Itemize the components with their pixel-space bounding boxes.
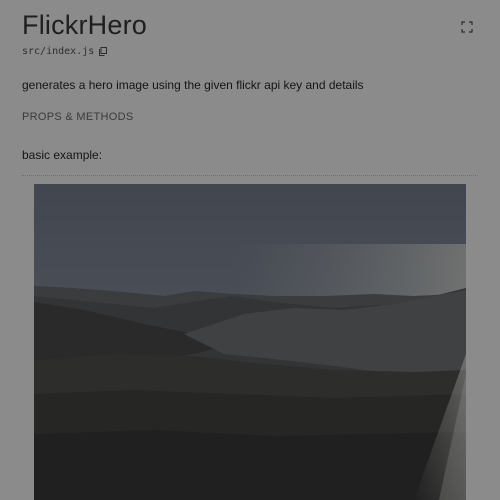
example-frame-border [22,175,478,176]
styleguide-page: FlickrHero src/index.js generates a hero… [0,0,500,500]
copy-icon[interactable] [99,47,108,56]
component-title: FlickrHero [22,10,148,40]
example-label: basic example: [22,148,103,162]
hero-image [34,184,466,500]
props-methods-link[interactable]: PROPS & METHODS [22,111,133,123]
file-path-row: src/index.js [22,46,108,57]
file-path: src/index.js [22,46,95,57]
component-description: generates a hero image using the given f… [22,78,364,92]
expand-icon[interactable] [461,20,473,33]
